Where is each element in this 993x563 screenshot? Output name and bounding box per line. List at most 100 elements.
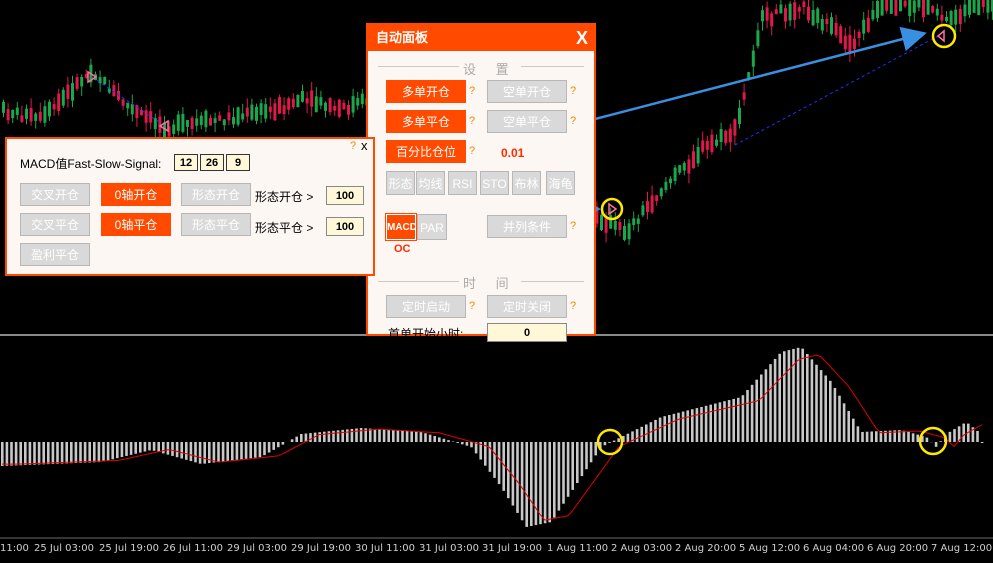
- candle-body: [264, 104, 268, 119]
- time-axis-label: 11:00: [0, 543, 29, 554]
- histogram-bar: [382, 429, 386, 442]
- histogram-bar: [635, 429, 639, 442]
- short-close-button[interactable]: 空单平仓: [487, 110, 567, 133]
- candle-body: [2, 101, 5, 113]
- histogram-bar: [318, 432, 321, 442]
- zero-axis-open-button[interactable]: 0轴开仓: [101, 183, 171, 206]
- histogram-bar: [810, 359, 814, 442]
- help-icon[interactable]: ?: [469, 85, 475, 97]
- help-icon[interactable]: ?: [350, 140, 356, 152]
- long-open-button[interactable]: 多单开仓: [386, 80, 466, 103]
- histogram-bar: [497, 442, 501, 485]
- macd-fast-input[interactable]: 12: [174, 154, 198, 171]
- help-icon[interactable]: ?: [570, 85, 576, 97]
- candle-body: [793, 2, 797, 21]
- candle-body: [29, 108, 33, 122]
- help-icon[interactable]: ?: [469, 300, 475, 312]
- histogram-bar: [60, 442, 64, 464]
- indicator-button-2[interactable]: RSI: [448, 171, 477, 195]
- histogram-bar: [28, 442, 32, 465]
- histogram-bar: [93, 442, 96, 463]
- auto-panel-header[interactable]: 自动面板 X: [368, 25, 594, 51]
- time-axis-label: 30 Jul 11:00: [355, 543, 415, 554]
- candle-body: [788, 3, 792, 21]
- histogram-bar: [925, 437, 929, 442]
- help-icon[interactable]: ?: [570, 220, 576, 232]
- help-icon[interactable]: ?: [469, 115, 475, 127]
- histogram-bar: [33, 442, 36, 465]
- histogram-bar: [796, 347, 800, 442]
- timer-start-button[interactable]: 定时启动: [386, 295, 466, 318]
- percent-position-button[interactable]: 百分比仓位: [386, 140, 466, 163]
- candle-body: [880, 0, 884, 16]
- histogram-bar: [962, 423, 965, 442]
- histogram-bar: [180, 442, 183, 459]
- help-icon[interactable]: ?: [570, 300, 576, 312]
- indicator-button-3[interactable]: STO: [480, 171, 509, 195]
- macd-signal-input[interactable]: 9: [226, 154, 250, 171]
- indicator-button-0[interactable]: 形态: [386, 171, 415, 195]
- zero-axis-close-button[interactable]: 0轴平仓: [101, 213, 171, 236]
- shape-close-button[interactable]: 形态平仓: [181, 213, 251, 236]
- candle-body: [692, 151, 695, 169]
- first-open-hours-input[interactable]: 0: [487, 323, 567, 342]
- macd-slow-input[interactable]: 26: [200, 154, 224, 171]
- histogram-bar: [815, 364, 818, 442]
- shape-close-threshold-input[interactable]: 100: [326, 217, 364, 236]
- histogram-bar: [203, 442, 206, 464]
- candle-body: [926, 0, 930, 15]
- candle-body: [600, 214, 603, 230]
- cross-open-button[interactable]: 交叉开仓: [20, 183, 90, 206]
- histogram-bar: [226, 442, 229, 461]
- shape-open-threshold-input[interactable]: 100: [326, 186, 364, 205]
- histogram-bar: [783, 351, 786, 442]
- long-close-button[interactable]: 多单平仓: [386, 110, 466, 133]
- histogram-bar: [373, 428, 377, 442]
- histogram-bar: [617, 438, 620, 442]
- time-axis-label: 2 Aug 03:00: [611, 543, 673, 554]
- candle-body: [52, 104, 56, 110]
- candle-body: [646, 201, 649, 212]
- candle-body: [623, 225, 626, 240]
- shape-open-button[interactable]: 形态开仓: [181, 183, 251, 206]
- histogram-bar: [461, 442, 464, 445]
- timer-stop-button[interactable]: 定时关闭: [487, 295, 567, 318]
- close-icon[interactable]: x: [361, 138, 368, 153]
- histogram-bar: [332, 430, 335, 442]
- histogram-bar: [166, 442, 170, 455]
- histogram-bar: [433, 436, 436, 442]
- profit-close-button[interactable]: 盈利平仓: [20, 243, 90, 266]
- shape-close-threshold-label: 形态平仓 >: [255, 221, 314, 235]
- histogram-bar: [741, 395, 745, 442]
- cross-close-button[interactable]: 交叉平仓: [20, 213, 90, 236]
- histogram-bar: [516, 442, 519, 513]
- par-indicator-button[interactable]: PAR: [417, 214, 447, 240]
- candle-body: [931, 5, 935, 13]
- help-icon[interactable]: ?: [570, 115, 576, 127]
- candle-body: [820, 18, 824, 31]
- histogram-bar: [695, 408, 699, 442]
- candle-body: [903, 0, 907, 7]
- candle-body: [130, 103, 134, 115]
- indicator-button-4[interactable]: 布林: [512, 171, 541, 195]
- indicator-button-1[interactable]: 均线: [416, 171, 445, 195]
- histogram-bar: [640, 426, 643, 442]
- histogram-bar: [764, 369, 768, 442]
- candle-body: [613, 220, 617, 230]
- short-open-button[interactable]: 空单开仓: [487, 80, 567, 103]
- help-icon[interactable]: ?: [469, 145, 475, 157]
- histogram-bar: [594, 442, 597, 456]
- parallel-conditions-button[interactable]: 并列条件: [487, 215, 567, 238]
- histogram-bar: [88, 442, 91, 463]
- candle-body: [802, 1, 806, 8]
- candle-body: [641, 205, 645, 216]
- macd-indicator-button[interactable]: MACD: [385, 213, 417, 241]
- histogram-bar: [405, 431, 409, 442]
- candle-body: [287, 98, 291, 110]
- candle-body: [43, 106, 47, 123]
- candle-body: [296, 95, 300, 108]
- histogram-bar: [525, 442, 528, 527]
- indicator-button-5[interactable]: 海龟: [546, 171, 575, 195]
- histogram-bar: [125, 442, 128, 456]
- close-icon[interactable]: X: [576, 25, 588, 51]
